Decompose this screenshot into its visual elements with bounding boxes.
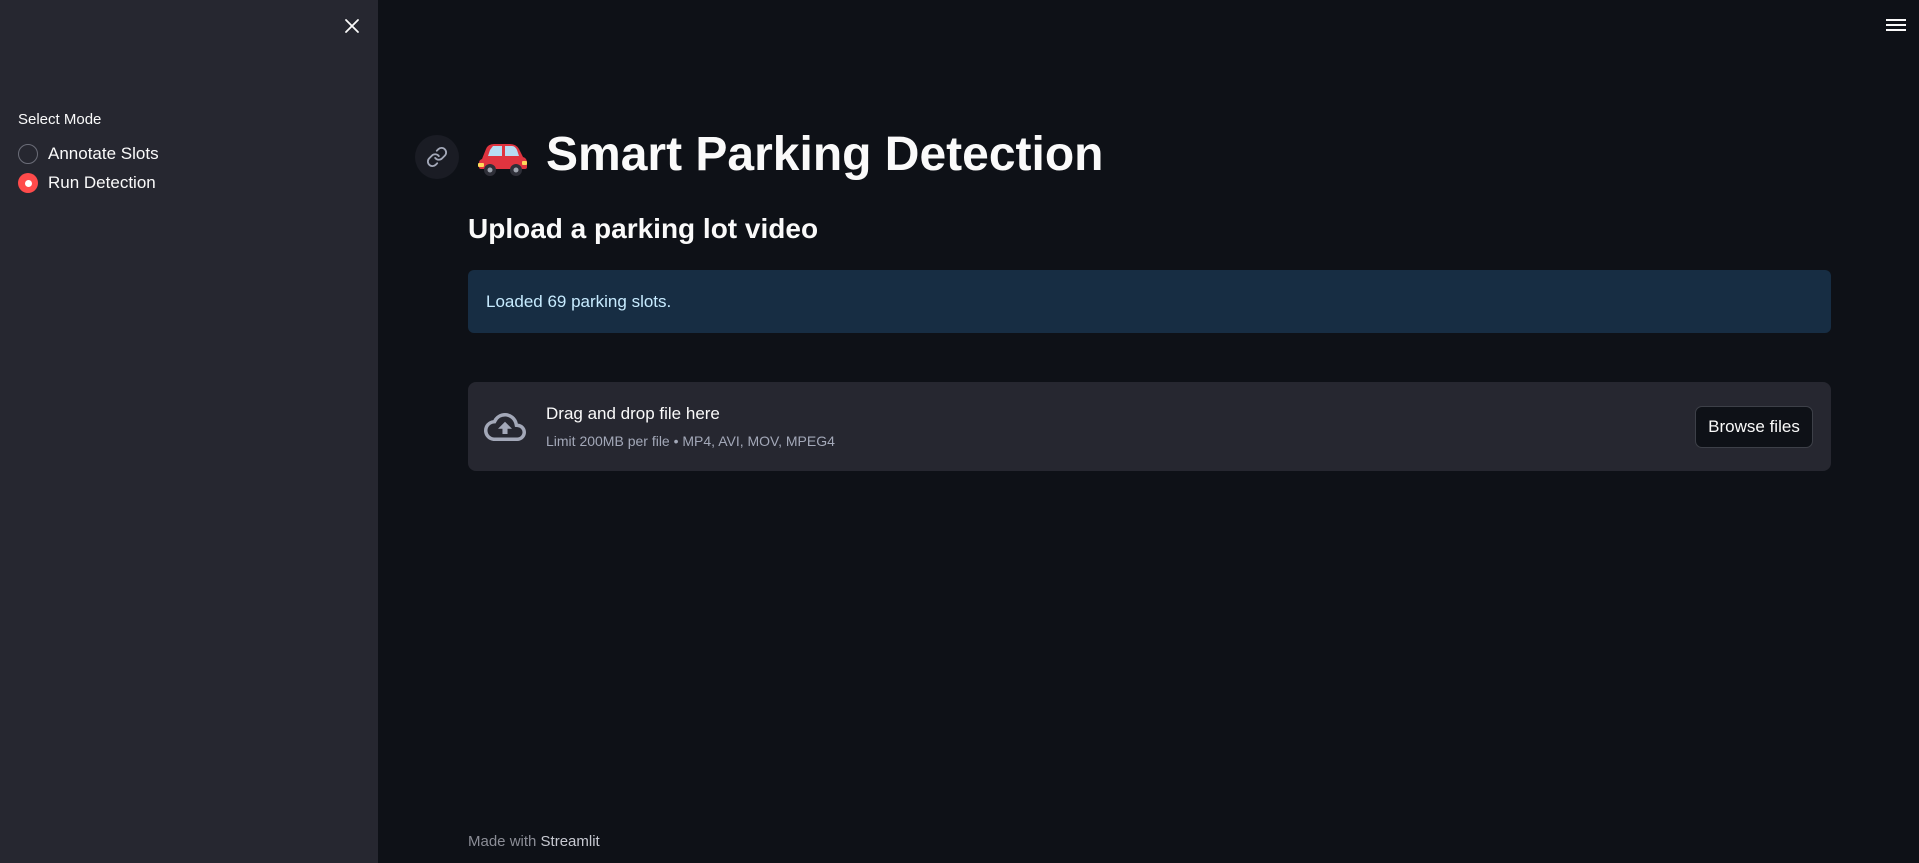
radio-label-detection: Run Detection [48,173,156,192]
link-icon [426,146,448,168]
footer: Made with Streamlit [468,833,600,850]
page-title: Smart Parking Detection [476,127,1103,182]
main-menu-button[interactable] [1885,16,1907,34]
browse-files-button[interactable]: Browse files [1695,406,1813,448]
close-sidebar-button[interactable] [340,14,364,38]
radio-annotate-slots[interactable]: Annotate Slots [18,142,159,166]
uploader-hint: Limit 200MB per file • MP4, AVI, MOV, MP… [546,433,835,449]
red-car-icon [478,143,527,176]
mode-radio-label: Select Mode [18,111,102,128]
radio-selected-icon [18,173,38,193]
upload-subheader: Upload a parking lot video [468,213,819,244]
main-content: Smart Parking Detection Upload a parking… [378,0,1919,863]
radio-label-annotate: Annotate Slots [48,144,159,163]
info-message: Loaded 69 parking slots. [486,291,672,311]
file-uploader-dropzone[interactable]: Drag and drop file here Limit 200MB per … [468,382,1831,471]
uploader-title: Drag and drop file here [546,404,720,423]
cloud-upload-icon [484,413,526,441]
info-alert: Loaded 69 parking slots. [468,270,1831,333]
header-anchor-link[interactable] [415,135,459,179]
close-icon [345,19,359,33]
title-text: Smart Parking Detection [546,128,1104,181]
radio-unselected-icon [18,144,38,164]
footer-prefix: Made with [468,833,537,850]
hamburger-menu-icon [1886,19,1906,31]
radio-run-detection[interactable]: Run Detection [18,171,156,195]
streamlit-link[interactable]: Streamlit [541,833,600,850]
sidebar: Select Mode Annotate Slots Run Detection [0,0,378,863]
